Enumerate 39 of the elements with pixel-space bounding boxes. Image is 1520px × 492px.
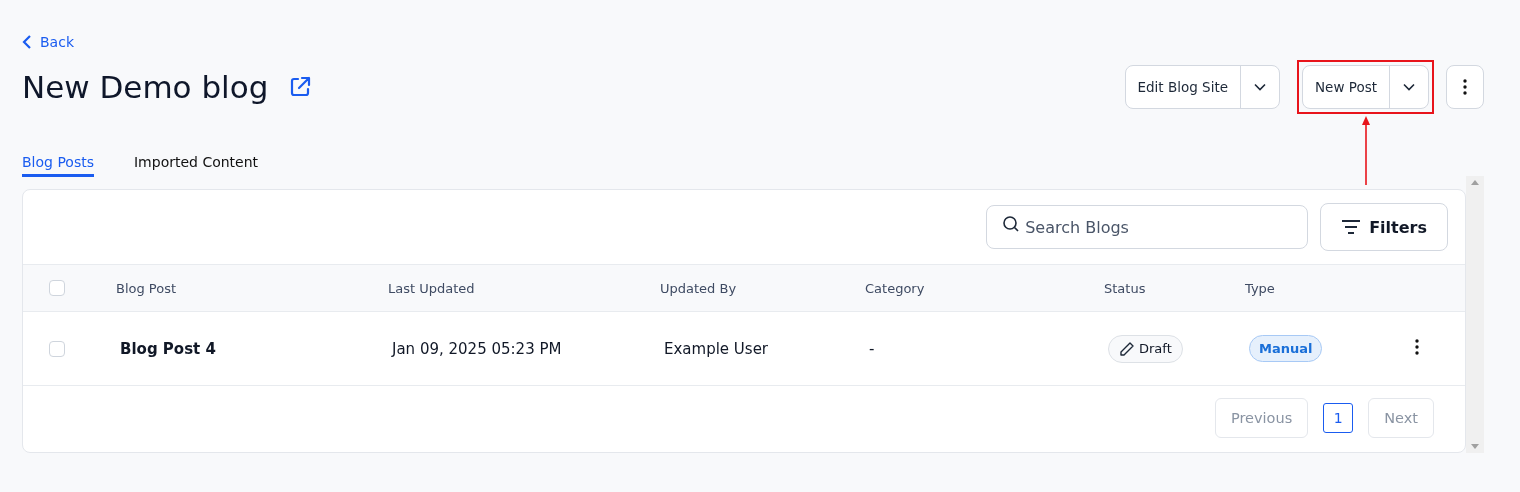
chevron-left-icon <box>22 35 32 49</box>
scroll-down-icon[interactable] <box>1471 444 1479 449</box>
table-cell: Example User <box>664 339 769 358</box>
type-badge: Manual <box>1249 335 1323 362</box>
split-button[interactable]: New Post <box>1302 65 1429 109</box>
table-cell: - <box>869 339 875 358</box>
status-badge: Draft <box>1108 334 1183 363</box>
column-header: Last Updated <box>388 280 475 296</box>
column-header: Updated By <box>660 280 737 296</box>
chevron-down-icon <box>1403 83 1415 91</box>
checkbox[interactable] <box>49 280 65 296</box>
annotation-arrow <box>1360 116 1371 186</box>
action-button[interactable]: Edit Blog Site <box>1125 66 1241 108</box>
tab[interactable]: Imported Content <box>134 148 259 177</box>
pencil-icon <box>1119 340 1135 357</box>
page-title: New Demo blog <box>22 69 269 105</box>
column-header: Blog Post <box>116 280 177 296</box>
table-cell: Jan 09, 2025 05:23 PM <box>392 339 562 358</box>
split-button[interactable]: Edit Blog Site <box>1124 65 1280 109</box>
search-field[interactable]: Search Blogs <box>986 205 1309 249</box>
page-button[interactable]: 1 <box>1323 403 1354 433</box>
back-link[interactable]: Back <box>22 30 74 54</box>
chevron-down-icon <box>1254 83 1266 91</box>
action-button[interactable]: New Post <box>1303 66 1390 108</box>
column-header: Status <box>1104 280 1146 296</box>
post-title[interactable]: Blog Post 4 <box>120 339 216 358</box>
tab[interactable]: Blog Posts <box>22 148 94 177</box>
column-header: Type <box>1245 280 1275 296</box>
more-button[interactable] <box>1446 65 1484 109</box>
search-icon <box>1002 215 1021 233</box>
checkbox[interactable] <box>49 340 65 357</box>
more-vertical-icon[interactable] <box>1415 338 1419 355</box>
column-header: Category <box>865 280 925 296</box>
more-vertical-icon <box>1463 79 1467 95</box>
filters-button[interactable]: Filters <box>1320 203 1448 251</box>
external-link-icon[interactable] <box>288 75 313 99</box>
scrollbar[interactable] <box>1466 176 1484 453</box>
scroll-up-icon[interactable] <box>1471 180 1479 185</box>
filter-icon <box>1341 219 1362 235</box>
